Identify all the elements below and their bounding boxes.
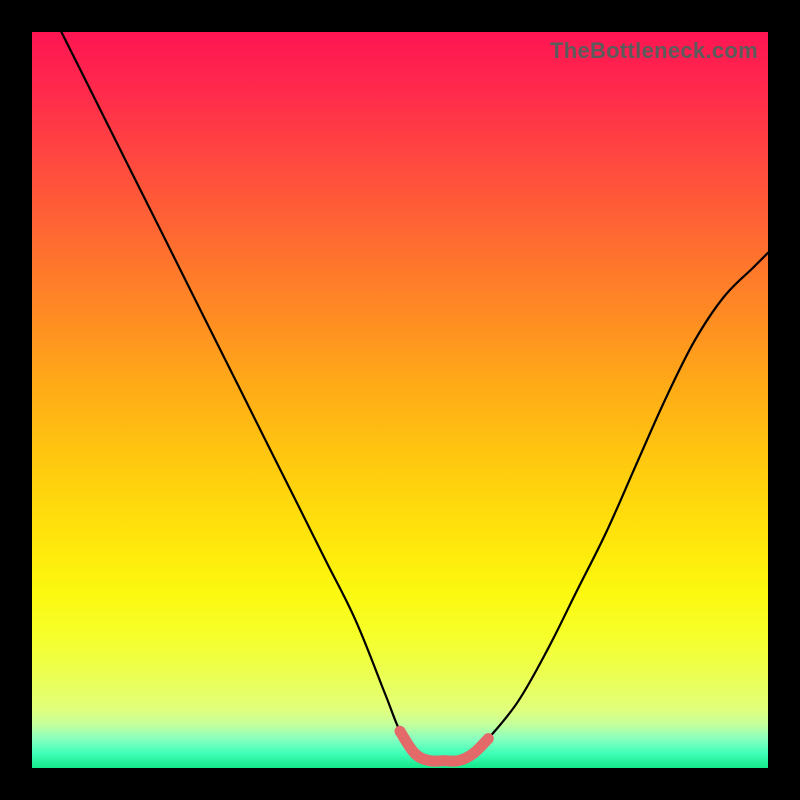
chart-frame: TheBottleneck.com [0,0,800,800]
bottleneck-curve [61,32,768,761]
sweet-spot-highlight [400,731,488,761]
plot-area: TheBottleneck.com [32,32,768,768]
curve-layer [32,32,768,768]
